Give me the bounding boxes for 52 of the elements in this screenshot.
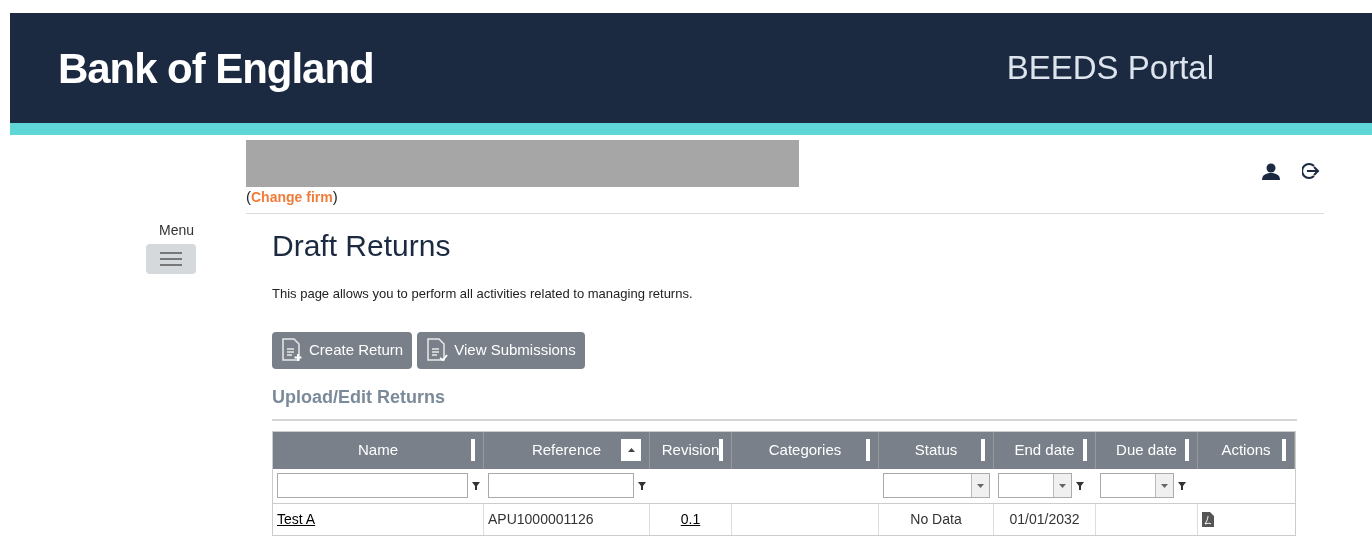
filter-icon[interactable]: [1076, 481, 1084, 490]
column-resize-handle[interactable]: [719, 439, 723, 461]
column-resize-handle[interactable]: [1083, 439, 1087, 461]
sort-ascending-icon: [627, 448, 635, 452]
column-header[interactable]: Categories: [732, 431, 879, 469]
column-header[interactable]: End date: [994, 431, 1096, 469]
dropdown-toggle[interactable]: [1155, 474, 1173, 497]
column-header[interactable]: Actions: [1198, 431, 1295, 469]
change-firm-link[interactable]: Change firm: [251, 189, 333, 205]
document-add-icon: [281, 338, 303, 362]
document-check-icon: [426, 338, 449, 362]
return-name-link[interactable]: Test A: [277, 508, 316, 530]
column-header[interactable]: Due date: [1096, 431, 1198, 469]
column-resize-handle[interactable]: [866, 439, 870, 461]
filter-icon[interactable]: [638, 481, 646, 490]
section-title: Upload/Edit Returns: [272, 385, 446, 409]
bank-logo[interactable]: Bank of England: [58, 36, 374, 100]
table-cell-text: No Data: [910, 509, 962, 529]
create-return-button[interactable]: Create Return: [272, 331, 413, 369]
dropdown-toggle[interactable]: [971, 474, 989, 497]
page-title: Draft Returns: [272, 228, 452, 264]
column-resize-handle[interactable]: [1282, 439, 1286, 461]
user-icon[interactable]: [1262, 162, 1280, 180]
caret-icon: [1059, 483, 1066, 488]
caret-icon: [1161, 483, 1168, 488]
column-resize-handle[interactable]: [471, 439, 475, 461]
column-resize-handle[interactable]: [981, 439, 985, 461]
column-resize-handle[interactable]: [1185, 439, 1189, 461]
menu-label: Menu: [158, 221, 194, 240]
table-cell-text: 01/01/2032: [1009, 509, 1080, 529]
paren: ): [332, 188, 338, 205]
logout-icon[interactable]: [1302, 162, 1322, 180]
page-description: This page allows you to perform all activities related to managing returns.: [272, 285, 694, 303]
filter-icon[interactable]: [1178, 481, 1186, 490]
column-header[interactable]: Reference: [484, 431, 650, 469]
sort-indicator[interactable]: [621, 439, 641, 461]
portal-title: BEEDS Portal: [1006, 48, 1214, 89]
column-header[interactable]: Revision: [650, 431, 732, 469]
view-submissions-button[interactable]: View Submissions: [417, 331, 585, 369]
table-cell-text: APU1000001126: [488, 509, 594, 529]
column-header[interactable]: Name: [273, 431, 484, 469]
dropdown-toggle[interactable]: [1053, 474, 1071, 497]
menu-button[interactable]: [146, 244, 196, 274]
column-header[interactable]: Status: [879, 431, 994, 469]
filter-icon[interactable]: [472, 481, 480, 490]
revision-link[interactable]: 0.1: [680, 508, 701, 530]
paren: (: [246, 188, 251, 205]
filter-field[interactable]: [277, 473, 468, 498]
pdf-icon[interactable]: [1202, 511, 1214, 527]
filter-field[interactable]: [488, 473, 634, 498]
filter-dropdown[interactable]: [883, 473, 990, 498]
caret-icon: [977, 483, 984, 488]
